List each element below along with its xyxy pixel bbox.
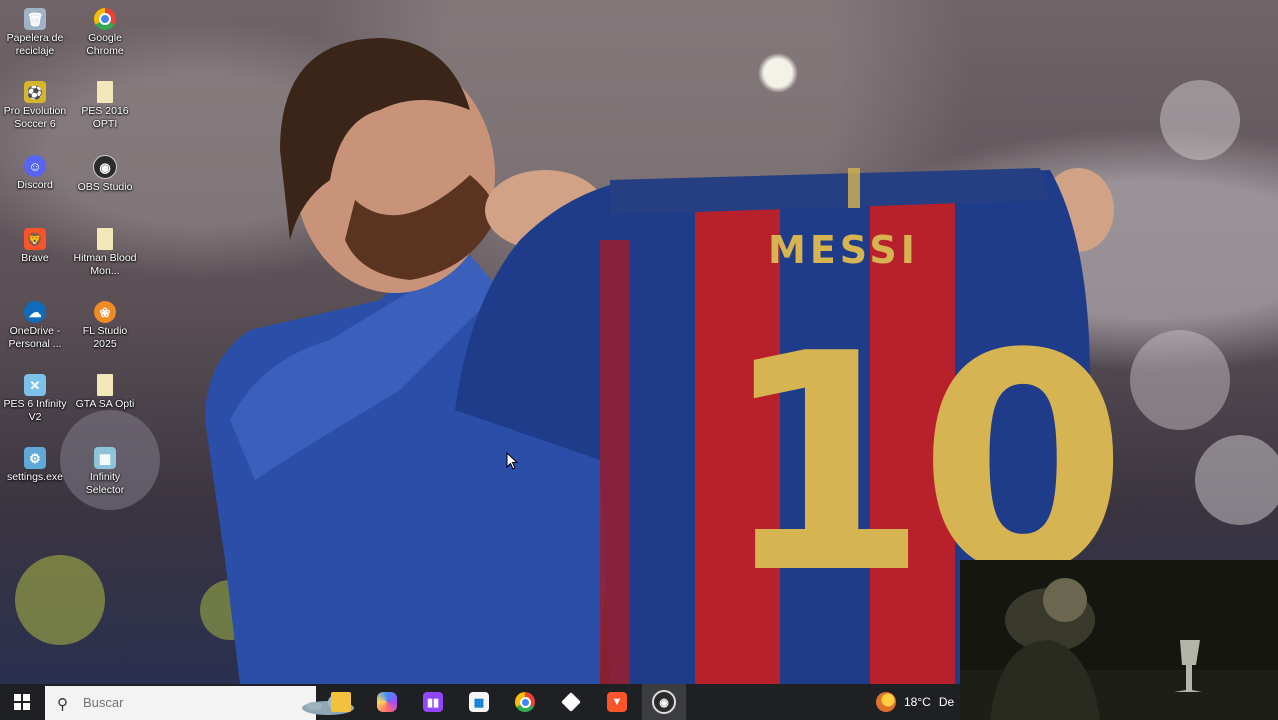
desktop-icon-label: FL Studio 2025: [82, 325, 128, 350]
desktop-icon-infinity-selector[interactable]: ▦ Infinity Selector: [70, 447, 140, 497]
jersey-name-text: MESSI: [768, 228, 919, 272]
taskbar-obs-studio[interactable]: ◉: [642, 684, 686, 720]
microsoft-store-icon: ▦: [469, 692, 489, 712]
taskbar-app-diamond[interactable]: [556, 688, 586, 716]
desktop-icon-brave[interactable]: 🦁 Brave: [0, 228, 70, 265]
desktop-icon-label: OneDrive - Personal ...: [8, 325, 62, 350]
webcam-feed: [960, 560, 1278, 720]
desktop-icon-obs-studio[interactable]: ◉ OBS Studio: [70, 155, 140, 194]
weather-description: De: [938, 695, 955, 709]
taskbar-search-box[interactable]: ⚲: [45, 686, 354, 720]
taskbar-chrome[interactable]: [510, 688, 540, 716]
desktop-icon-label: GTA SA Opti: [75, 398, 135, 410]
desktop-icon-label: Google Chrome: [86, 32, 124, 57]
search-icon: ⚲: [57, 696, 68, 713]
file-icon: [97, 228, 113, 250]
desktop-icon-gta-sa-opti[interactable]: GTA SA Opti: [70, 374, 140, 411]
taskbar-twitch[interactable]: ▮▮: [418, 688, 448, 716]
desktop-icon-label: Discord: [17, 179, 53, 191]
recycle-bin-icon: 🗑: [24, 8, 46, 30]
windows-logo-icon: [14, 694, 30, 710]
file-icon: [97, 81, 113, 103]
desktop-icon-google-chrome[interactable]: Google Chrome: [70, 8, 140, 58]
desktop-icon-pes2016-opti[interactable]: PES 2016 OPTI: [70, 81, 140, 131]
taskbar-microsoft-store[interactable]: ▦: [464, 688, 494, 716]
taskbar-copilot[interactable]: [372, 688, 402, 716]
file-icon: [97, 374, 113, 396]
desktop-icon-onedrive[interactable]: ☁ OneDrive - Personal ...: [0, 301, 70, 351]
desktop-icon-pes6-infinity[interactable]: ✕ PES 6 Infinity V2: [0, 374, 70, 424]
desktop-icon-label: Infinity Selector: [85, 471, 125, 496]
settings-gear-icon: ⚙: [24, 447, 46, 469]
mouse-cursor-icon: [506, 452, 518, 470]
desktop-icon-label: settings.exe: [6, 471, 64, 483]
onedrive-icon: ☁: [24, 301, 46, 323]
desktop-icon-pes6[interactable]: ⚽ Pro Evolution Soccer 6: [0, 81, 70, 131]
weather-widget[interactable]: 18°C De: [876, 692, 954, 712]
pes6-icon: ⚽: [24, 81, 46, 103]
weather-sun-icon: [876, 692, 896, 712]
desktop-icon-recycle-bin[interactable]: 🗑 Papelera de reciclaje: [0, 8, 70, 58]
desktop-icon-settings-exe[interactable]: ⚙ settings.exe: [0, 447, 70, 484]
infinity-selector-icon: ▦: [94, 447, 116, 469]
tiktok-like-icon: [561, 692, 581, 712]
weather-temperature: 18°C: [904, 695, 931, 709]
discord-icon: ☺: [24, 155, 46, 177]
chrome-icon: [515, 692, 535, 712]
twitch-icon: ▮▮: [423, 692, 443, 712]
webcam-overlay: [960, 560, 1278, 720]
taskbar-brave[interactable]: ▼: [602, 688, 632, 716]
desktop-icon-label: Brave: [21, 252, 49, 264]
fl-studio-icon: ❀: [94, 301, 116, 323]
pes-infinity-icon: ✕: [24, 374, 46, 396]
desktop-icon-label: PES 2016 OPTI: [81, 105, 129, 130]
taskbar-file-explorer[interactable]: [326, 688, 356, 716]
desktop-icon-label: OBS Studio: [77, 181, 133, 193]
chrome-icon: [94, 8, 116, 30]
desktop-icon-label: Papelera de reciclaje: [6, 32, 64, 57]
brave-icon: 🦁: [24, 228, 46, 250]
obs-icon: ◉: [93, 155, 117, 179]
desktop-icon-label: Hitman Blood Mon...: [73, 252, 137, 277]
search-input[interactable]: [81, 694, 235, 711]
desktop-icon-hitman[interactable]: Hitman Blood Mon...: [70, 228, 140, 278]
brave-icon: ▼: [607, 692, 627, 712]
desktop-icon-fl-studio[interactable]: ❀ FL Studio 2025: [70, 301, 140, 351]
file-explorer-icon: [331, 692, 351, 712]
desktop-icon-label: Pro Evolution Soccer 6: [3, 105, 67, 130]
obs-icon: ◉: [652, 690, 676, 714]
desktop-icon-discord[interactable]: ☺ Discord: [0, 155, 70, 192]
start-button[interactable]: [0, 684, 44, 720]
copilot-icon: [377, 692, 397, 712]
desktop-icon-label: PES 6 Infinity V2: [3, 398, 67, 423]
